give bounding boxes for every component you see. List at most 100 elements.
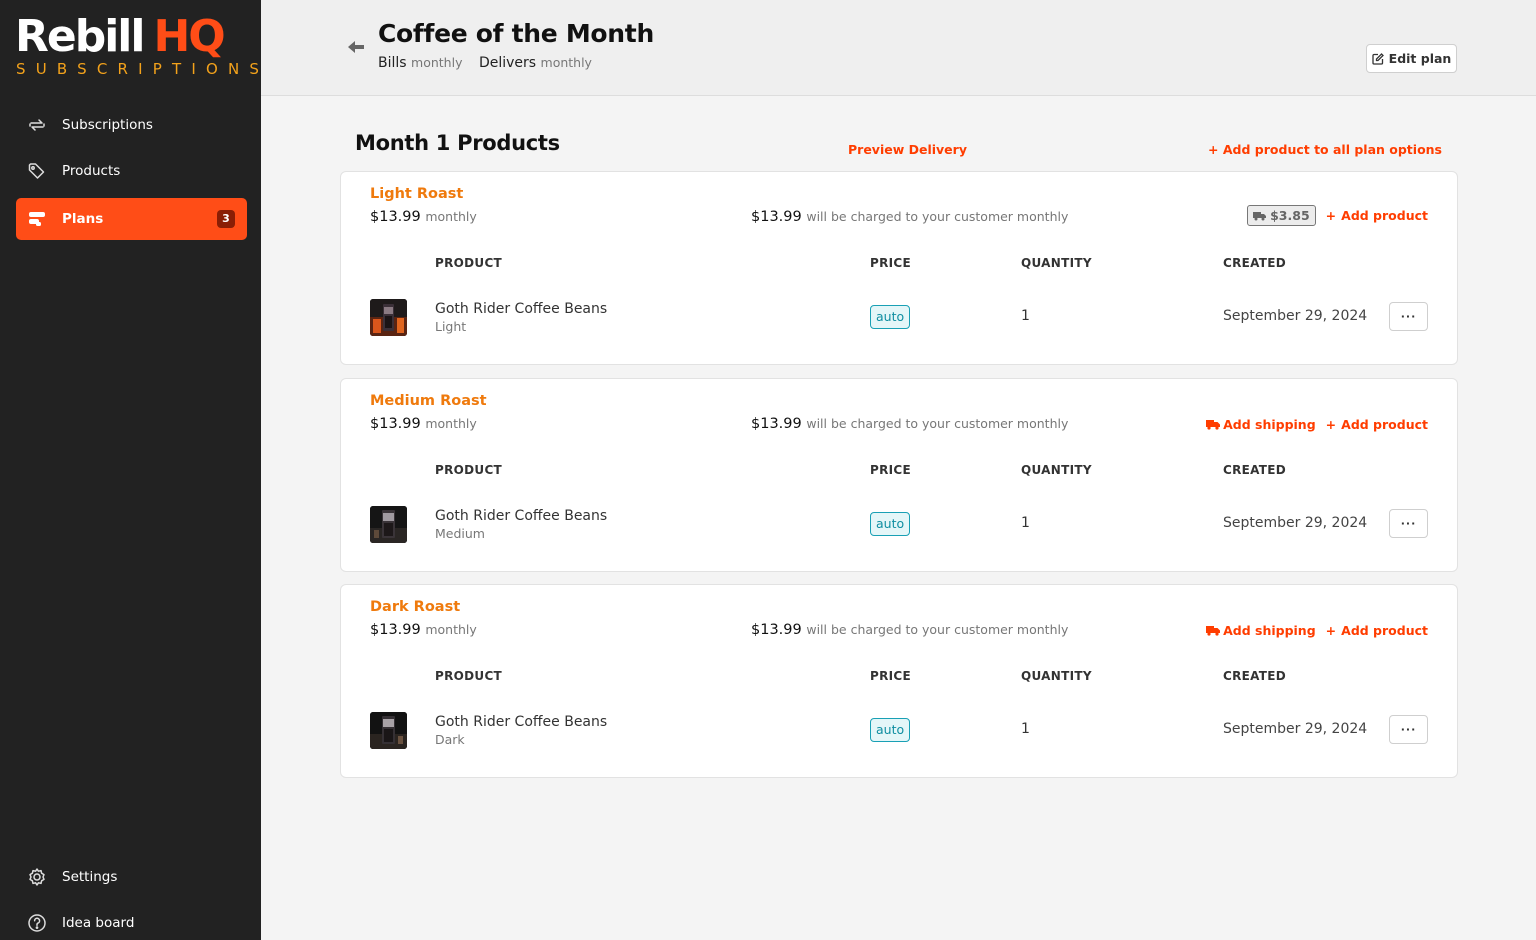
sidebar-item-plans[interactable]: Plans 3 — [16, 198, 247, 240]
product-name[interactable]: Goth Rider Coffee Beans — [435, 508, 607, 524]
card-actions: $3.85 + Add product — [1247, 205, 1428, 226]
truck-icon — [1253, 211, 1267, 220]
page-header: Coffee of the Month Bills monthly Delive… — [261, 0, 1536, 96]
product-quantity: 1 — [1021, 308, 1030, 324]
add-product-all-options-link[interactable]: + Add product to all plan options — [1208, 142, 1442, 157]
product-variant: Medium — [435, 526, 485, 541]
column-header-price: PRICE — [870, 669, 912, 683]
column-header-price: PRICE — [870, 463, 912, 477]
product-created-date: September 29, 2024 — [1223, 721, 1368, 737]
option-price-value: $13.99 — [370, 622, 421, 638]
add-all-label: Add product to all plan options — [1222, 142, 1442, 157]
plan-option-card: Medium Roast $13.99 monthly $13.99 will … — [340, 378, 1458, 572]
product-variant: Light — [435, 319, 467, 334]
charge-amount: $13.99 — [751, 416, 802, 432]
product-quantity: 1 — [1021, 721, 1030, 737]
edit-plan-button[interactable]: Edit plan — [1366, 44, 1457, 73]
product-name[interactable]: Goth Rider Coffee Beans — [435, 301, 607, 317]
sidebar-item-label: Plans — [62, 211, 104, 227]
preview-delivery-link[interactable]: Preview Delivery — [848, 142, 967, 157]
tag-icon — [26, 160, 48, 182]
shipping-price-badge[interactable]: $3.85 — [1247, 205, 1316, 226]
plus-icon: + — [1208, 142, 1223, 157]
add-product-label: Add product — [1341, 208, 1428, 223]
more-options-button[interactable]: ··· — [1389, 302, 1428, 331]
option-name: Light Roast — [370, 186, 464, 202]
sidebar-item-subscriptions[interactable]: Subscriptions — [16, 104, 247, 146]
delivers-label: Delivers — [478, 55, 537, 71]
truck-icon — [1206, 420, 1221, 430]
charge-summary: $13.99 will be charged to your customer … — [751, 622, 1068, 638]
shipping-price: $3.85 — [1270, 208, 1310, 223]
option-interval: monthly — [425, 209, 477, 224]
sidebar-item-products[interactable]: Products — [16, 150, 247, 192]
ellipsis-icon: ··· — [1400, 310, 1417, 323]
plans-icon — [26, 208, 48, 230]
product-quantity: 1 — [1021, 515, 1030, 531]
column-header-quantity: QUANTITY — [1021, 256, 1092, 270]
ellipsis-icon: ··· — [1400, 517, 1417, 530]
column-header-created: CREATED — [1223, 669, 1287, 683]
section-title: Month 1 Products — [355, 131, 560, 155]
sidebar-item-label: Settings — [62, 869, 118, 885]
option-price: $13.99 monthly — [370, 416, 477, 432]
product-created-date: September 29, 2024 — [1223, 308, 1368, 324]
more-options-button[interactable]: ··· — [1389, 509, 1428, 538]
add-shipping-label: Add shipping — [1223, 623, 1316, 638]
sidebar-item-label: Idea board — [62, 915, 135, 931]
charge-amount: $13.99 — [751, 209, 802, 225]
column-header-created: CREATED — [1223, 463, 1287, 477]
add-product-button[interactable]: + Add product — [1326, 623, 1428, 638]
ellipsis-icon: ··· — [1400, 723, 1417, 736]
column-header-product: PRODUCT — [435, 669, 503, 683]
logo-tagline: SUBSCRIPTIONS — [16, 60, 270, 78]
card-actions: Add shipping + Add product — [1206, 623, 1428, 638]
back-arrow-icon[interactable] — [346, 37, 366, 57]
charge-text: will be charged to your customer monthly — [806, 622, 1069, 637]
option-price-value: $13.99 — [370, 416, 421, 432]
add-shipping-button[interactable]: Add shipping — [1206, 623, 1316, 638]
product-created-date: September 29, 2024 — [1223, 515, 1368, 531]
product-thumbnail — [370, 712, 407, 749]
question-icon — [26, 912, 48, 934]
column-header-created: CREATED — [1223, 256, 1287, 270]
column-header-price: PRICE — [870, 256, 912, 270]
column-header-product: PRODUCT — [435, 463, 503, 477]
plans-count-badge: 3 — [217, 210, 235, 228]
more-options-button[interactable]: ··· — [1389, 715, 1428, 744]
add-product-button[interactable]: + Add product — [1326, 208, 1428, 223]
product-thumbnail — [370, 506, 407, 543]
add-shipping-label: Add shipping — [1223, 417, 1316, 432]
page-title: Coffee of the Month — [378, 19, 654, 48]
product-name[interactable]: Goth Rider Coffee Beans — [435, 714, 607, 730]
sidebar-item-label: Products — [62, 163, 121, 179]
option-price: $13.99 monthly — [370, 209, 477, 225]
bills-value: monthly — [411, 55, 463, 70]
price-auto-tag: auto — [870, 718, 911, 742]
option-name: Medium Roast — [370, 393, 487, 409]
plan-option-card: Dark Roast $13.99 monthly $13.99 will be… — [340, 584, 1458, 778]
price-auto-tag: auto — [870, 305, 911, 329]
edit-plan-label: Edit plan — [1388, 51, 1452, 66]
price-auto-tag: auto — [870, 512, 911, 536]
plan-option-card: Light Roast $13.99 monthly $13.99 will b… — [340, 171, 1458, 365]
plus-icon: + — [1325, 623, 1337, 638]
add-product-button[interactable]: + Add product — [1326, 417, 1428, 432]
logo-name-main: Rebill — [15, 11, 145, 62]
product-thumbnail — [370, 299, 407, 336]
option-price: $13.99 monthly — [370, 622, 477, 638]
sidebar: Rebill HQ SUBSCRIPTIONS Subscriptions Pro… — [0, 0, 261, 940]
charge-text: will be charged to your customer monthly — [806, 416, 1069, 431]
column-header-quantity: QUANTITY — [1021, 669, 1092, 683]
charge-summary: $13.99 will be charged to your customer … — [751, 209, 1068, 225]
add-product-label: Add product — [1341, 417, 1428, 432]
add-shipping-button[interactable]: Add shipping — [1206, 417, 1316, 432]
charge-amount: $13.99 — [751, 622, 802, 638]
charge-text: will be charged to your customer monthly — [806, 209, 1069, 224]
edit-icon — [1372, 52, 1384, 65]
option-interval: monthly — [425, 416, 477, 431]
brand-logo[interactable]: Rebill HQ SUBSCRIPTIONS — [15, 10, 259, 80]
sidebar-item-settings[interactable]: Settings — [16, 856, 247, 898]
sidebar-item-idea-board[interactable]: Idea board — [16, 902, 247, 940]
bills-label: Bills — [378, 55, 407, 71]
